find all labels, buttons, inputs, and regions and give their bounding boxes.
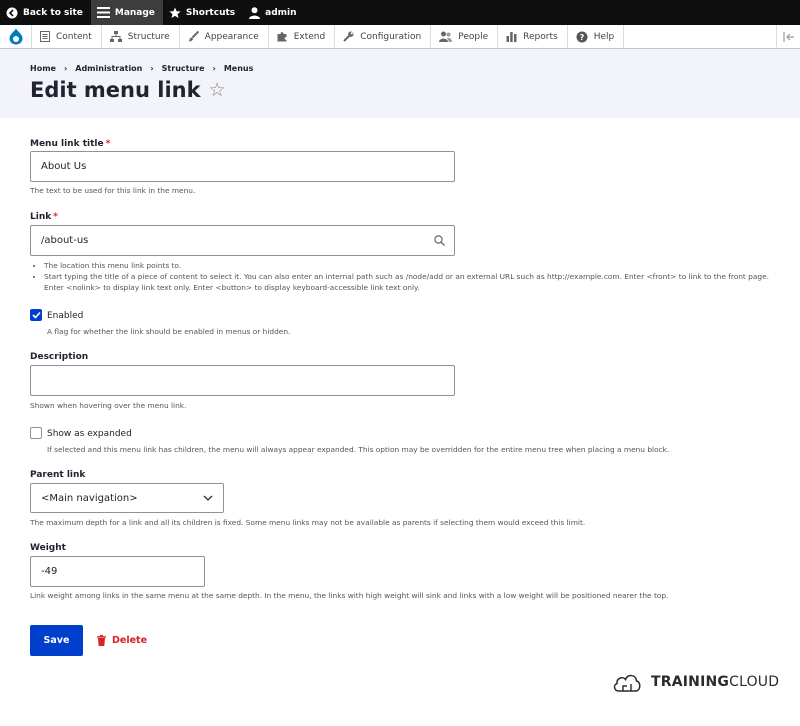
menu-link-title-help: The text to be used for this link in the… <box>30 186 196 195</box>
tray-item-appearance[interactable]: Appearance <box>180 25 269 48</box>
tray-item-configuration[interactable]: Configuration <box>335 25 432 48</box>
weight-help: Link weight among links in the same menu… <box>30 591 669 600</box>
chevron-down-icon <box>203 495 213 501</box>
tray-item-label: Content <box>56 31 92 42</box>
manage-label: Manage <box>114 7 155 18</box>
bar-chart-icon <box>506 32 517 42</box>
tray-item-label: Extend <box>293 31 326 42</box>
wrench-icon <box>343 31 354 42</box>
tray-item-reports[interactable]: Reports <box>498 25 568 48</box>
tray-item-label: Help <box>593 31 615 42</box>
parent-link-select[interactable]: <Main navigation> <box>30 483 224 513</box>
brand-text-part1: TRAINING <box>651 674 730 690</box>
weight-value: -49 <box>41 566 58 577</box>
link-value: /about-us <box>41 235 89 246</box>
hamburger-icon <box>96 7 110 18</box>
breadcrumb-separator: › <box>212 64 216 73</box>
link-help-item: The location this menu link points to. <box>44 260 778 271</box>
svg-text:?: ? <box>579 33 584 42</box>
document-icon <box>40 31 50 42</box>
menu-link-title-input[interactable]: About Us <box>30 151 455 182</box>
star-filled-icon <box>169 7 181 18</box>
expanded-help: If selected and this menu link has child… <box>47 445 670 454</box>
admin-toolbar: Back to site Manage Shortcuts admin <box>0 0 800 25</box>
breadcrumb: Home › Administration › Structure › Menu… <box>30 64 253 73</box>
parent-link-label: Parent link <box>30 470 86 480</box>
description-help: Shown when hovering over the menu link. <box>30 401 187 410</box>
tray-item-people[interactable]: People <box>431 25 499 48</box>
paintbrush-icon <box>188 31 199 42</box>
breadcrumb-home[interactable]: Home <box>30 64 56 73</box>
link-input[interactable]: /about-us <box>30 225 455 256</box>
page-header: Home › Administration › Structure › Menu… <box>0 49 800 118</box>
tray-item-label: Appearance <box>204 31 259 42</box>
breadcrumb-administration[interactable]: Administration <box>75 64 142 73</box>
link-help-list: The location this menu link points to. S… <box>38 260 778 293</box>
link-help-item: Start typing the title of a piece of con… <box>44 271 778 293</box>
tray-item-label: Reports <box>523 31 558 42</box>
help-icon: ? <box>576 31 588 42</box>
required-marker: * <box>53 212 58 222</box>
brand-text: TRAININGCLOUD <box>651 674 779 690</box>
parent-link-selected: <Main navigation> <box>41 492 138 504</box>
checkmark-icon <box>31 311 41 319</box>
trash-icon <box>97 635 106 646</box>
user-tab[interactable]: admin <box>243 0 304 25</box>
page-title-row: Edit menu link ☆ <box>30 78 226 102</box>
description-input[interactable] <box>30 365 455 396</box>
manage-tab[interactable]: Manage <box>90 0 163 25</box>
delete-link[interactable]: Delete <box>97 625 147 656</box>
link-label: Link * <box>30 212 58 222</box>
expanded-label[interactable]: Show as expanded <box>47 429 132 439</box>
drupal-drop-icon <box>9 28 22 45</box>
brand-text-part2: CLOUD <box>729 674 780 690</box>
enabled-label[interactable]: Enabled <box>47 311 83 321</box>
breadcrumb-separator: › <box>63 64 68 73</box>
admin-tray: Content Structure Appearance Extend Conf… <box>0 25 800 49</box>
user-icon <box>249 6 261 19</box>
tray-item-content[interactable]: Content <box>32 25 102 48</box>
enabled-help: A flag for whether the link should be en… <box>47 327 291 336</box>
cloud-logo-icon <box>613 674 641 692</box>
puzzle-icon <box>277 32 287 42</box>
back-to-site-label: Back to site <box>23 7 83 18</box>
menu-link-title-label: Menu link title * <box>30 139 110 149</box>
search-icon <box>434 235 445 246</box>
menu-link-title-label-text: Menu link title <box>30 139 104 149</box>
sitemap-icon <box>109 31 122 42</box>
tray-item-label: Configuration <box>360 31 422 42</box>
people-icon <box>439 31 453 42</box>
description-label: Description <box>30 352 89 362</box>
back-to-site-link[interactable]: Back to site <box>0 0 91 25</box>
weight-input[interactable]: -49 <box>30 556 205 587</box>
parent-link-help: The maximum depth for a link and all its… <box>30 518 586 527</box>
link-label-text: Link <box>30 212 52 222</box>
required-marker: * <box>105 139 111 149</box>
star-outline-icon[interactable]: ☆ <box>209 80 226 100</box>
breadcrumb-menus[interactable]: Menus <box>224 64 254 73</box>
trainingcloud-logo: TRAININGCLOUD <box>612 670 779 694</box>
tray-item-help[interactable]: ? Help <box>568 25 625 48</box>
weight-label: Weight <box>30 543 66 553</box>
back-arrow-icon <box>6 7 18 18</box>
menu-link-title-value: About Us <box>41 161 87 172</box>
delete-label: Delete <box>112 635 148 646</box>
tray-item-extend[interactable]: Extend <box>269 25 336 48</box>
tray-item-label: Structure <box>127 31 170 42</box>
user-label: admin <box>265 7 297 18</box>
tray-item-label: People <box>458 31 489 42</box>
sidebar-toggle-icon <box>783 31 794 42</box>
expanded-checkbox[interactable] <box>30 427 42 439</box>
tray-item-structure[interactable]: Structure <box>102 25 180 48</box>
breadcrumb-structure[interactable]: Structure <box>162 64 205 73</box>
breadcrumb-separator: › <box>150 64 154 73</box>
tray-orientation-toggle[interactable] <box>776 25 800 48</box>
enabled-checkbox[interactable] <box>30 309 42 321</box>
shortcuts-tab[interactable]: Shortcuts <box>163 0 243 25</box>
drupal-logo[interactable] <box>0 25 32 48</box>
page-title: Edit menu link <box>30 78 201 102</box>
save-button[interactable]: Save <box>30 625 83 656</box>
shortcuts-label: Shortcuts <box>185 7 236 18</box>
